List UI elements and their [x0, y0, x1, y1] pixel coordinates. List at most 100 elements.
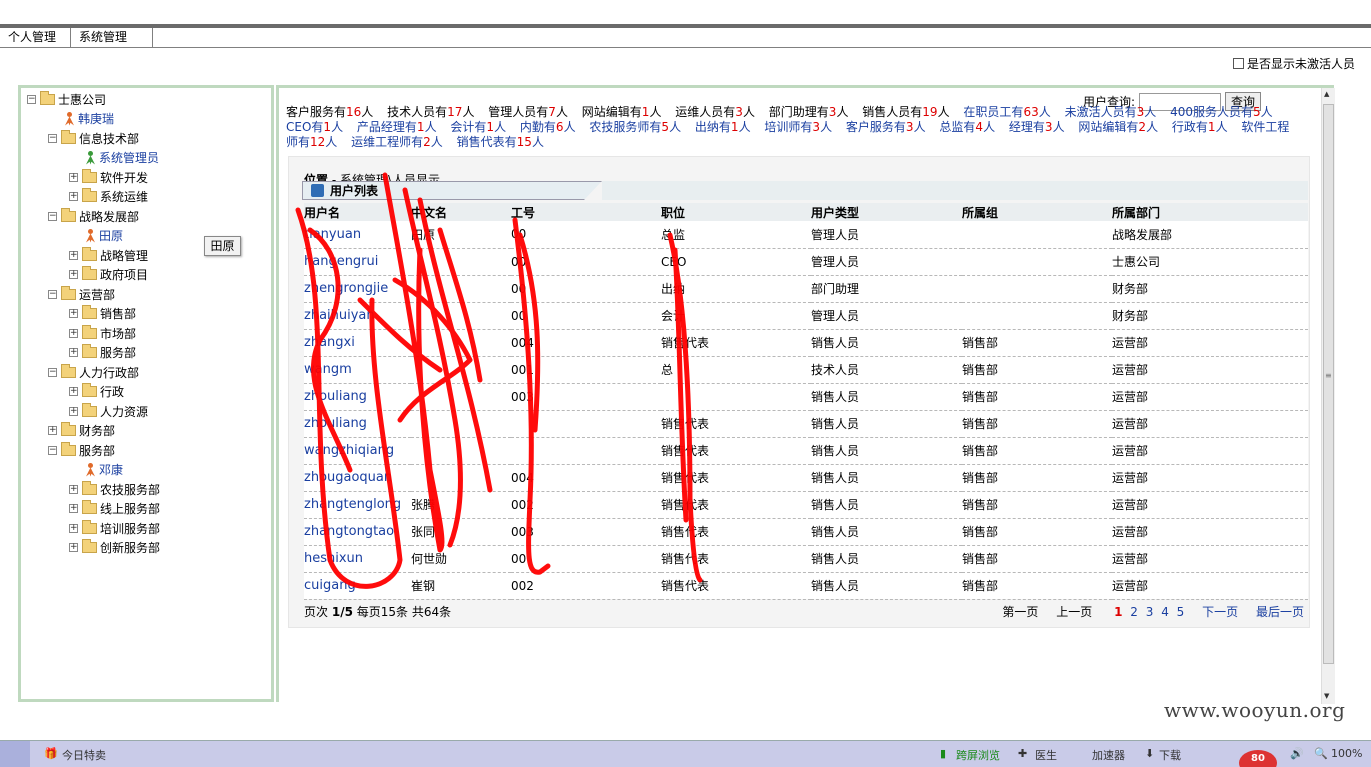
role-count-link[interactable]: CEO有1人	[286, 120, 343, 134]
start-icon[interactable]	[0, 741, 30, 767]
tree-item-label[interactable]: 培训服务部	[100, 520, 160, 537]
role-count-link[interactable]: 农技服务师有5人	[589, 120, 681, 134]
cell-username[interactable]: zhouliang	[304, 383, 411, 411]
expand-icon[interactable]: +	[69, 484, 78, 494]
tree-item-label[interactable]: 销售部	[100, 305, 136, 322]
tree-item[interactable]: 田原	[85, 227, 123, 245]
tree-item[interactable]: + 软件开发	[69, 168, 148, 186]
doctor-link[interactable]: 医生	[1035, 747, 1057, 763]
tree-item[interactable]: + 线上服务部	[69, 500, 160, 518]
panel-divider[interactable]	[276, 85, 279, 702]
tree-item[interactable]: 系统管理员	[85, 149, 159, 167]
tree-item-label[interactable]: 政府项目	[100, 266, 148, 283]
tree-item[interactable]: + 财务部	[48, 422, 115, 440]
prev-page-link[interactable]: 上一页	[1056, 605, 1092, 619]
expand-icon[interactable]: +	[69, 523, 78, 533]
collapse-icon[interactable]: −	[48, 367, 57, 377]
role-count-link[interactable]: 总监有4人	[939, 120, 995, 134]
role-count-link[interactable]: 销售人员有19人	[862, 105, 949, 119]
tree-item-label[interactable]: 系统管理员	[99, 149, 159, 166]
role-count-link[interactable]: 行政有1人	[1172, 120, 1228, 134]
tree-item[interactable]: − 信息技术部	[48, 129, 139, 147]
cell-username[interactable]: zhangtenglong	[304, 491, 411, 519]
expand-icon[interactable]: +	[48, 426, 57, 435]
expand-icon[interactable]: +	[69, 348, 78, 357]
tree-item[interactable]: + 行政	[69, 383, 124, 401]
scroll-up-icon[interactable]: ▲	[1324, 90, 1329, 98]
tree-item-label[interactable]: 邓康	[99, 461, 123, 478]
checkbox[interactable]	[1233, 58, 1244, 69]
tree-item-label[interactable]: 战略管理	[100, 247, 148, 264]
tree-item-label[interactable]: 系统运维	[100, 188, 148, 205]
cross-screen-link[interactable]: 跨屏浏览	[956, 747, 1000, 763]
tree-item[interactable]: + 销售部	[69, 305, 136, 323]
page-link[interactable]: 1	[1114, 605, 1122, 619]
role-count-link[interactable]: 客户服务有3人	[846, 120, 926, 134]
role-count-link[interactable]: 技术人员有17人	[387, 105, 474, 119]
tree-item-label[interactable]: 财务部	[79, 422, 115, 439]
tree-item[interactable]: 韩庚瑞	[64, 110, 114, 128]
expand-icon[interactable]: +	[69, 387, 78, 396]
tree-item-label[interactable]: 韩庚瑞	[78, 110, 114, 127]
cell-username[interactable]: zhaihuiyan	[304, 302, 411, 330]
cell-username[interactable]: tianyuan	[304, 221, 411, 249]
collapse-icon[interactable]: −	[48, 211, 57, 221]
tree-item-label[interactable]: 人力行政部	[79, 364, 139, 381]
tree-item-label[interactable]: 人力资源	[100, 403, 148, 420]
collapse-icon[interactable]: −	[48, 289, 57, 299]
expand-icon[interactable]: +	[69, 504, 78, 513]
tree-item[interactable]: 邓康	[85, 461, 123, 479]
accelerator-link[interactable]: 加速器	[1092, 747, 1125, 763]
role-count-link[interactable]: 网站编辑有2人	[1078, 120, 1158, 134]
tab-personal[interactable]: 个人管理	[0, 28, 71, 48]
role-count-link[interactable]: 出纳有1人	[695, 120, 751, 134]
tree-item[interactable]: − 人力行政部	[48, 363, 139, 381]
cell-username[interactable]: zhengrongjie	[304, 275, 411, 303]
page-link[interactable]: 4	[1161, 605, 1169, 619]
tree-item[interactable]: + 人力资源	[69, 402, 148, 420]
tree-item-label[interactable]: 服务部	[100, 344, 136, 361]
tree-item[interactable]: + 服务部	[69, 344, 136, 362]
tree-item-label[interactable]: 战略发展部	[79, 208, 139, 225]
role-count-link[interactable]: 会计有1人	[450, 120, 506, 134]
tree-item-label[interactable]: 创新服务部	[100, 539, 160, 556]
role-count-link[interactable]: 运维工程师有2人	[351, 135, 443, 149]
tree-item-label[interactable]: 线上服务部	[100, 500, 160, 517]
first-page-link[interactable]: 第一页	[1002, 605, 1038, 619]
tree-item-label[interactable]: 田原	[99, 227, 123, 244]
sound-icon[interactable]: 🔊	[1290, 747, 1304, 760]
role-count-link[interactable]: 400服务人员有5人	[1170, 105, 1273, 119]
tree-item[interactable]: + 市场部	[69, 324, 136, 342]
role-count-link[interactable]: 未激活人员有3人	[1065, 105, 1157, 119]
tab-system[interactable]: 系统管理	[71, 28, 153, 48]
role-count-link[interactable]: 销售代表有15人	[457, 135, 544, 149]
cell-username[interactable]: wangzhiqiang	[304, 437, 411, 465]
zoom-level[interactable]: 100%	[1331, 747, 1362, 760]
next-page-link[interactable]: 下一页	[1202, 605, 1238, 619]
role-count-link[interactable]: 经理有3人	[1009, 120, 1065, 134]
tree-item[interactable]: − 士惠公司	[27, 90, 106, 108]
tree-item[interactable]: + 政府项目	[69, 266, 148, 284]
tree-item[interactable]: − 运营部	[48, 285, 115, 303]
tree-item[interactable]: − 服务部	[48, 441, 115, 459]
cell-username[interactable]: zhangxi	[304, 329, 411, 357]
tree-item-label[interactable]: 市场部	[100, 325, 136, 342]
page-link[interactable]: 2	[1130, 605, 1138, 619]
cell-username[interactable]: heshixun	[304, 545, 411, 573]
tree-item[interactable]: + 培训服务部	[69, 519, 160, 537]
expand-icon[interactable]: +	[69, 309, 78, 318]
scroll-thumb[interactable]	[1323, 104, 1334, 664]
tree-item-label[interactable]: 服务部	[79, 442, 115, 459]
role-count-link[interactable]: 管理人员有7人	[488, 105, 568, 119]
cell-username[interactable]: zhangtongtao	[304, 518, 411, 546]
tree-item-label[interactable]: 信息技术部	[79, 130, 139, 147]
expand-icon[interactable]: +	[69, 270, 78, 279]
tree-item[interactable]: + 系统运维	[69, 188, 148, 206]
page-link[interactable]: 3	[1146, 605, 1154, 619]
vertical-scrollbar[interactable]: ▲ ≡ ▼	[1321, 88, 1335, 704]
cell-username[interactable]: zhouliang	[304, 410, 411, 438]
today-deals-link[interactable]: 今日特卖	[62, 747, 106, 763]
cell-username[interactable]: cuigang	[304, 572, 411, 600]
role-count-link[interactable]: 部门助理有3人	[769, 105, 849, 119]
tree-item[interactable]: + 农技服务部	[69, 480, 160, 498]
